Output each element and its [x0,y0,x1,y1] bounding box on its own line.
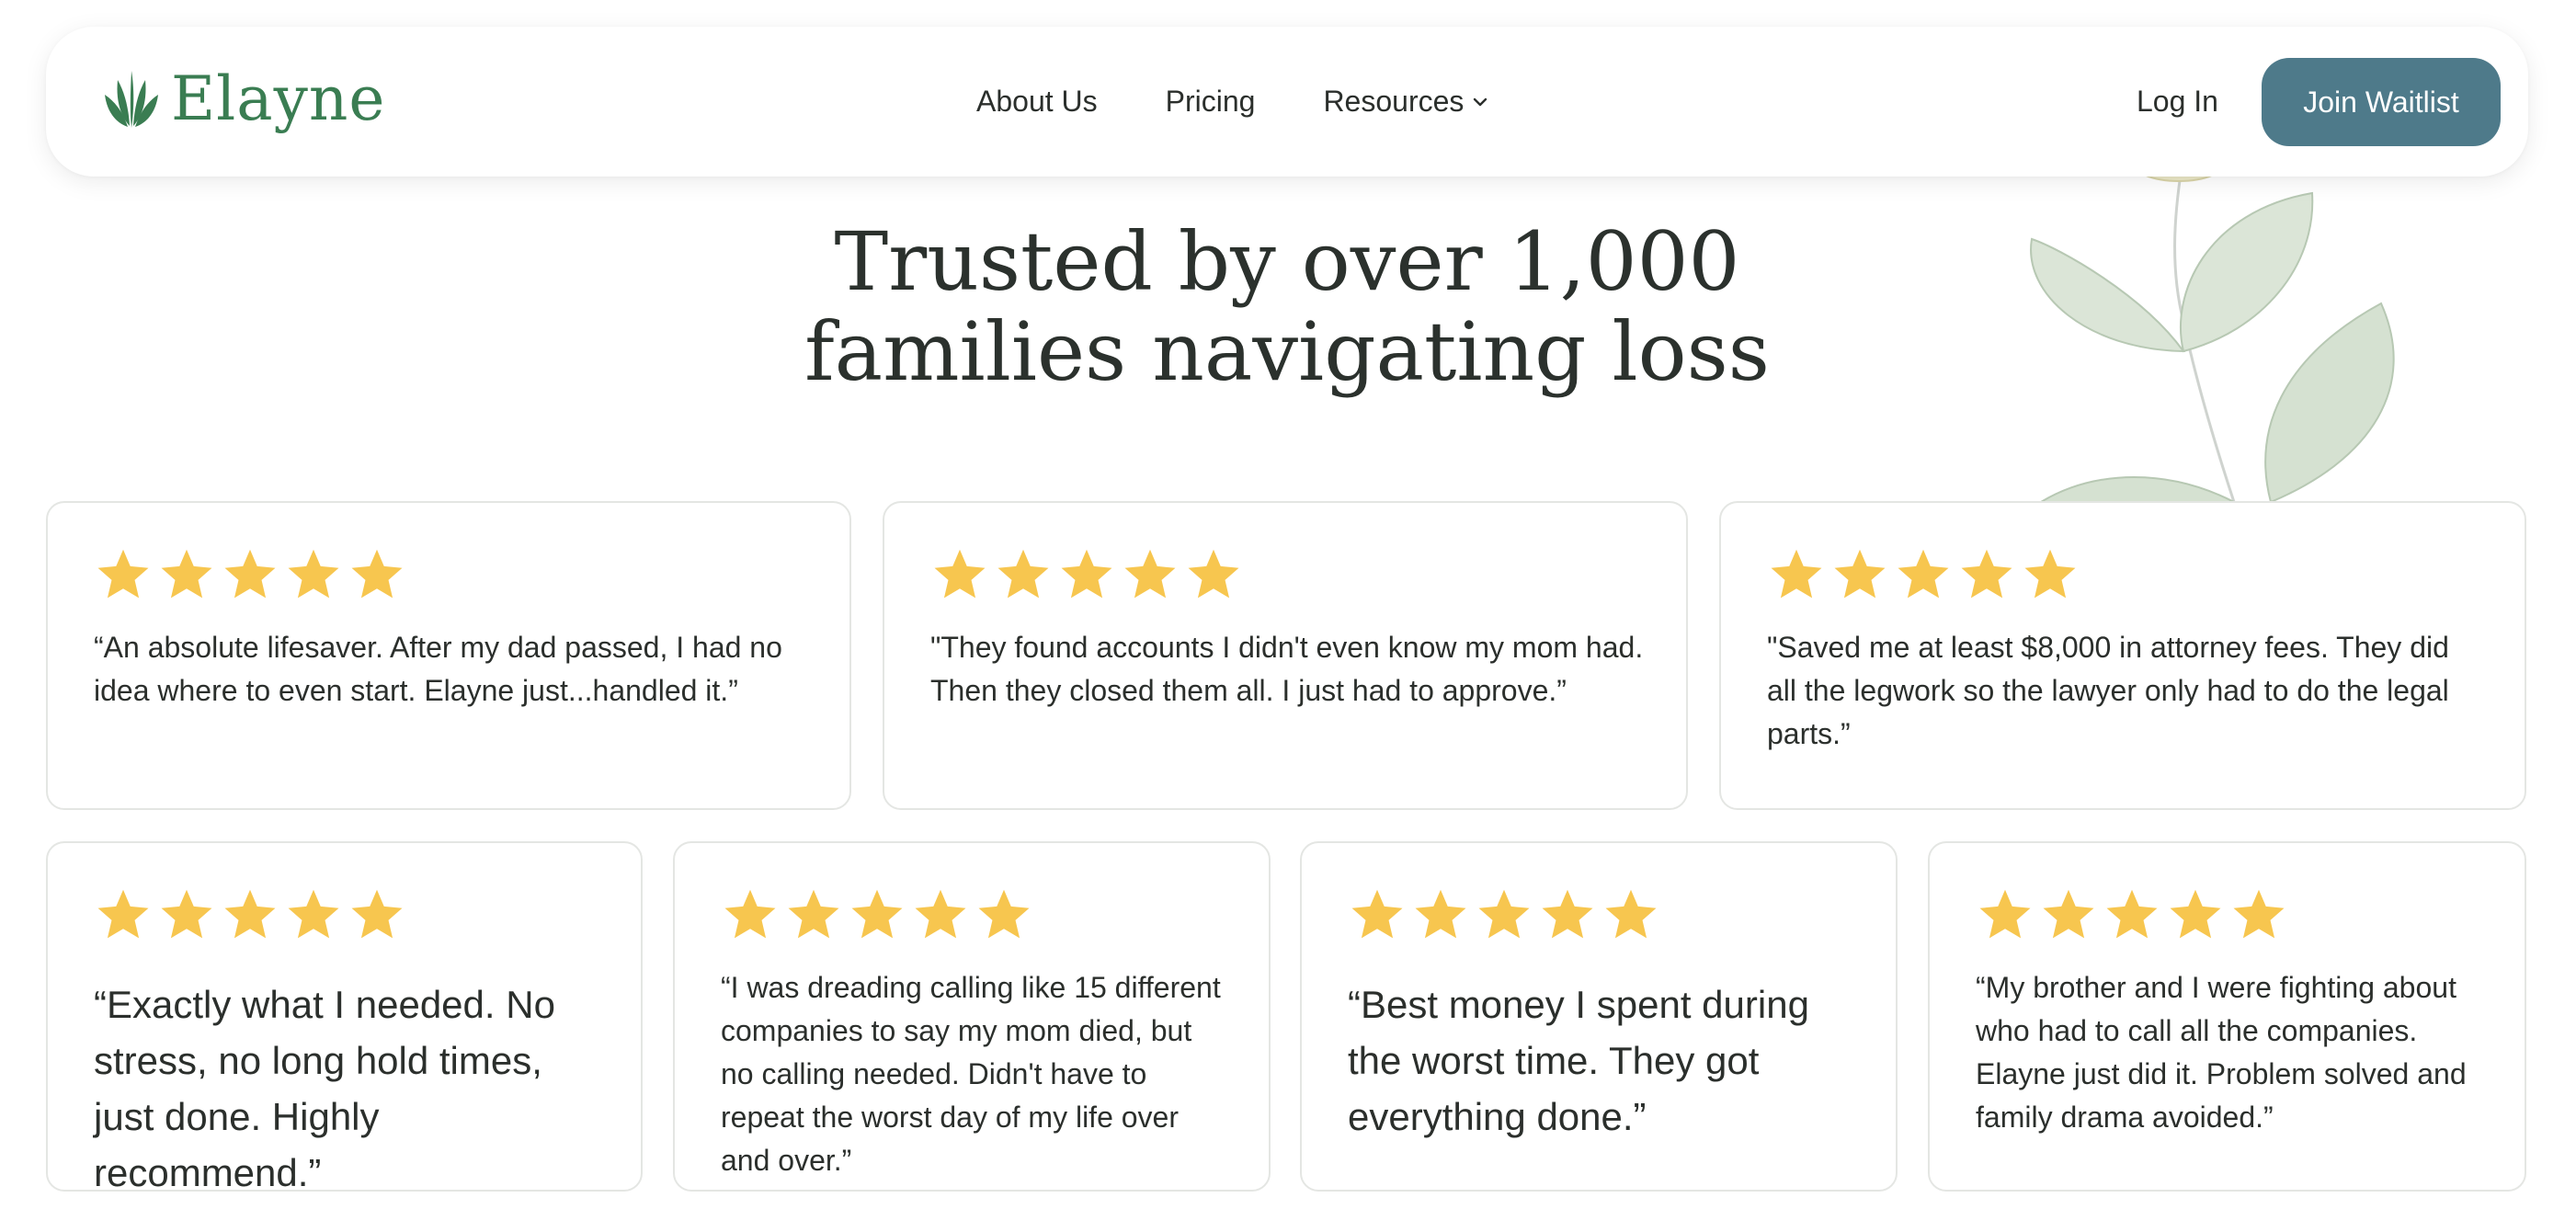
review-card: “I was dreading calling like 15 differen… [673,841,1271,1192]
star-icon [224,889,276,939]
star-icon [1061,549,1112,599]
star-icon [161,889,212,939]
star-rating [721,885,1038,944]
review-card: “An absolute lifesaver. After my dad pas… [46,501,851,810]
star-icon [2043,889,2094,939]
star-icon [997,549,1049,599]
join-waitlist-button[interactable]: Join Waitlist [2262,58,2501,146]
review-card: "They found accounts I didn't even know … [883,501,1688,810]
review-text: “I was dreading calling like 15 differen… [721,971,1221,1177]
star-icon [161,549,212,599]
review-card: "Saved me at least $8,000 in attorney fe… [1719,501,2526,810]
star-rating [94,545,411,604]
star-icon [288,889,339,939]
review-text: “Exactly what I needed. No stress, no lo… [94,983,555,1194]
star-icon [2106,889,2158,939]
star-icon [788,889,839,939]
brand-name: Elayne [171,63,386,134]
star-rating [1348,885,1665,944]
review-card: “My brother and I were fighting about wh… [1928,841,2526,1192]
star-icon [1351,889,1403,939]
nav-links: About Us Pricing Resources [976,27,1556,177]
plant-illustration [2030,156,2395,502]
brand-logo[interactable]: Elayne [103,69,386,130]
star-icon [2170,889,2221,939]
top-nav: Elayne About Us Pricing Resources Log In… [46,27,2528,177]
review-text: "Saved me at least $8,000 in attorney fe… [1767,631,2449,750]
star-rating [1976,885,2293,944]
join-waitlist-label: Join Waitlist [2303,85,2459,119]
nav-pricing-label: Pricing [1165,85,1256,118]
star-icon [724,889,776,939]
star-icon [351,889,403,939]
star-icon [915,889,966,939]
star-icon [97,889,149,939]
star-icon [2024,549,2076,599]
star-icon [1979,889,2031,939]
nav-resources-dropdown[interactable]: Resources [1323,85,1487,119]
star-icon [1771,549,1822,599]
leaf-logo-icon [105,71,158,128]
star-icon [934,549,986,599]
page-title-line-1: Trusted by over 1,000 [834,214,1740,309]
star-icon [1188,549,1239,599]
login-label: Log In [2137,85,2218,118]
review-text: “My brother and I were fighting about wh… [1976,971,2467,1134]
review-text: "They found accounts I didn't even know … [930,631,1644,707]
nav-pricing[interactable]: Pricing [1166,85,1256,119]
star-icon [1478,889,1530,939]
review-card: “Best money I spent during the worst tim… [1300,841,1898,1192]
star-icon [1415,889,1466,939]
review-text: “An absolute lifesaver. After my dad pas… [94,631,782,707]
star-icon [288,549,339,599]
star-icon [1961,549,2012,599]
nav-about-us-label: About Us [976,85,1098,118]
login-link[interactable]: Log In [2137,27,2218,177]
nav-about-us[interactable]: About Us [976,85,1098,119]
star-icon [351,549,403,599]
star-rating [930,545,1248,604]
chevron-down-icon [1474,97,1487,106]
star-icon [1834,549,1886,599]
star-icon [978,889,1030,939]
review-text: “Best money I spent during the worst tim… [1348,983,1809,1138]
star-icon [224,549,276,599]
star-icon [1898,549,1949,599]
star-icon [1124,549,1176,599]
nav-resources-label: Resources [1323,85,1465,118]
review-card: “Exactly what I needed. No stress, no lo… [46,841,643,1194]
star-icon [97,549,149,599]
star-icon [851,889,903,939]
star-icon [1542,889,1593,939]
star-icon [1605,889,1657,939]
page-title-line-2: families navigating loss [804,304,1770,399]
star-rating [1767,545,2084,604]
page-title: Trusted by over 1,000 families navigatin… [644,217,1931,397]
star-icon [2233,889,2285,939]
star-rating [94,885,411,944]
